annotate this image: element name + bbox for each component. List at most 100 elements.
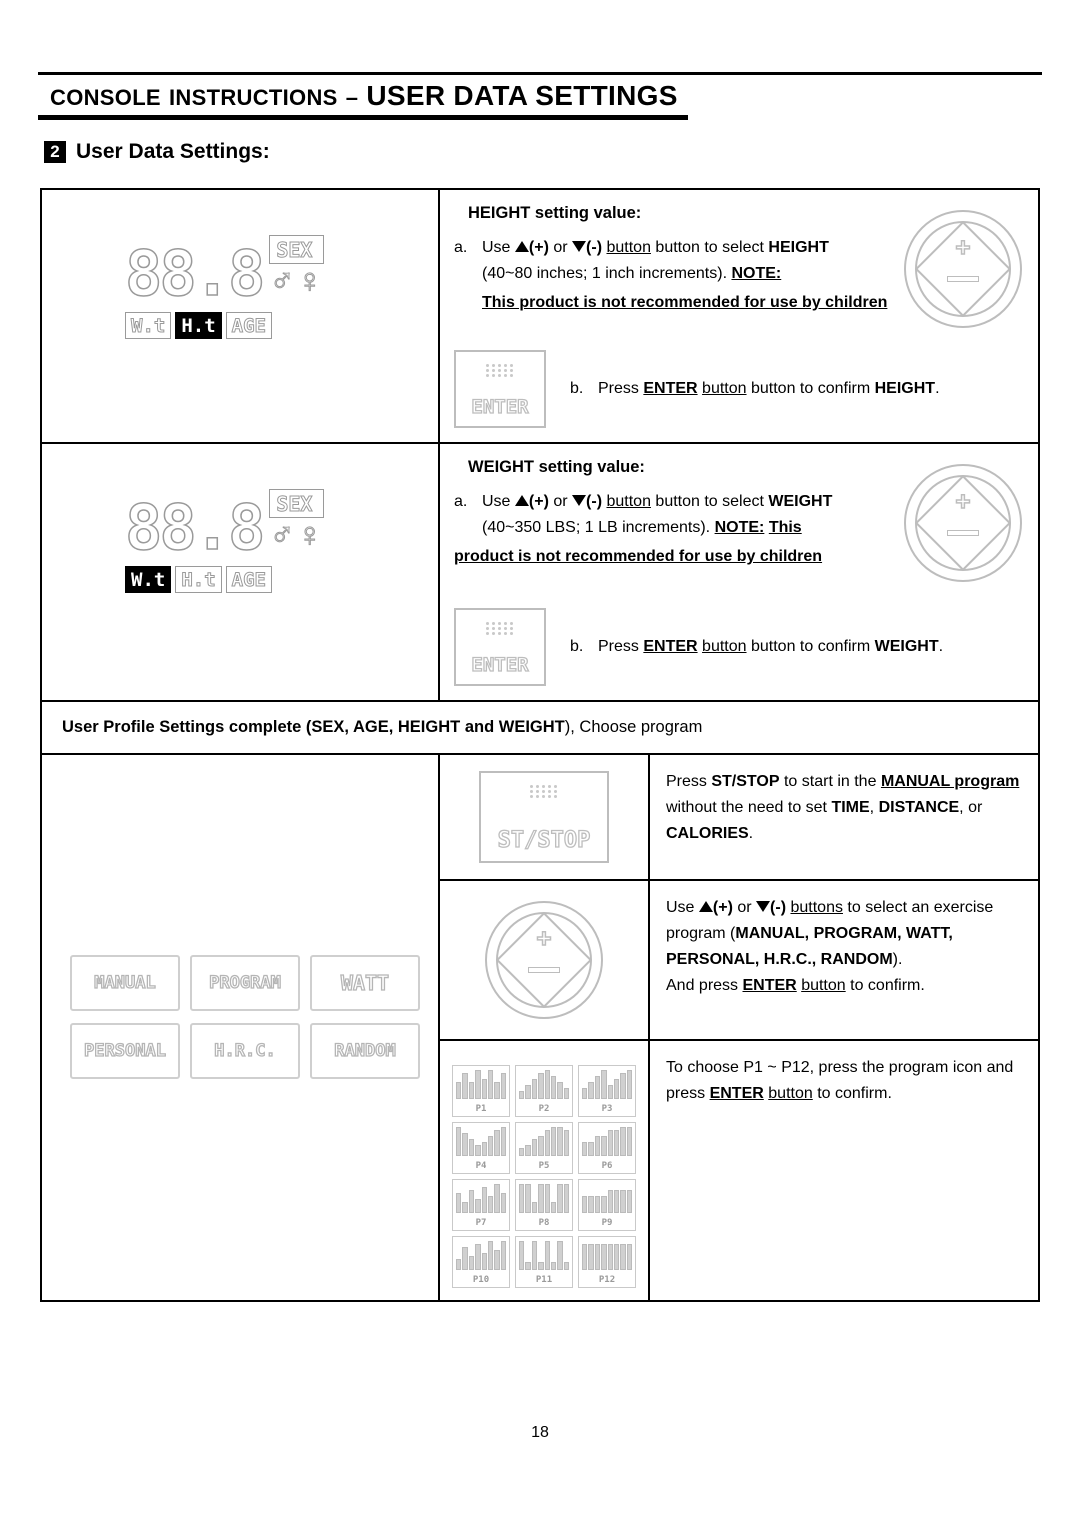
section-number: 2 [44,141,66,163]
select-or: or [737,899,752,916]
preset-program-icon[interactable]: P1 [452,1065,510,1117]
enter-dots [486,622,514,635]
page-number: 18 [531,1424,549,1441]
profile-note-lead: User Profile Settings complete (SEX, AGE… [62,718,461,736]
sex-person-icons: SEX ♂♀ [269,489,325,554]
program-key-personal[interactable]: PERSONAL [70,1023,180,1079]
manual-program-words: MANUAL program [880,773,1020,790]
profile-complete-note: User Profile Settings complete (SEX, AGE… [42,702,1038,755]
preset-program-icon[interactable]: P12 [578,1236,636,1288]
manual-start-row: ST/STOP Press ST/STOP to start in the MA… [440,755,1038,881]
program-row: MANUAL PROGRAM WATT PERSONAL H.R.C. RAND… [42,755,1038,1300]
preset-label: P6 [601,1161,613,1171]
weight-heading: WEIGHT setting value: [468,458,645,476]
lcd-unit-labels: W.t H.t AGE [125,312,355,339]
plus-icon: + [955,232,972,262]
height-target: HEIGHT [768,239,829,256]
height-step-a-marker: a. [454,239,468,256]
preset-program-icon[interactable]: P2 [515,1065,573,1117]
height-plus: (+) [528,239,549,256]
plus-minus-button-icon[interactable]: + [485,901,603,1019]
lcd-wt-label: W.t [125,566,172,593]
weight-or: or [553,493,568,510]
preset-program-icon[interactable]: P5 [515,1122,573,1174]
height-range-line: (40~80 inches; 1 inch increments). NOTE: [454,261,894,287]
section-heading: 2 User Data Settings: [44,140,270,164]
weight-step-b-text: b. Press ENTER button button to confirm … [570,634,1022,660]
profile-note-tail: ), Choose program [564,718,703,736]
preset-program-icon[interactable]: P6 [578,1122,636,1174]
height-step-a-text1: Use [482,239,511,256]
lcd-age-label: AGE [225,312,272,339]
program-key-random[interactable]: RANDOM [310,1023,420,1079]
preset-program-icon[interactable]: P7 [452,1179,510,1231]
preset-bars [519,1069,569,1099]
gender-icon: ♂♀ [269,262,325,300]
instructions-table: 88.8 SEX ♂♀ W.t H.t AGE HEIGHT setting v… [40,188,1040,1302]
up-arrow-icon [698,901,713,912]
select-text1: Use [666,899,695,916]
preset-label: P9 [601,1218,613,1228]
weight-warning: product is not recommended for use by ch… [454,547,823,565]
preset-program-icon[interactable]: P8 [515,1179,573,1231]
preset-bars [456,1183,506,1213]
up-arrow-icon [514,495,529,506]
program-key-hrc[interactable]: H.R.C. [190,1023,300,1079]
lcd-ht-label: H.t [175,312,222,339]
lcd-sex-label: SEX [269,235,325,264]
preset-label: P11 [535,1275,553,1285]
weight-target: WEIGHT [768,493,833,510]
weight-step-b-marker: b. [570,638,584,656]
height-plusminus-button[interactable]: + [894,204,1022,328]
enter-button-icon[interactable]: ENTER [454,608,546,686]
gender-icon: ♂♀ [269,516,325,554]
program-key-manual[interactable]: MANUAL [70,955,180,1011]
preset-bars [456,1069,506,1099]
program-key-watt[interactable]: WATT [310,955,420,1011]
weight-lcd-cell: 88.8 SEX ♂♀ W.t H.t AGE [42,444,440,700]
profile-note-weight: WEIGHT [498,718,565,736]
preset-label: P5 [538,1161,550,1171]
weight-plusminus-button[interactable]: + [894,458,1022,582]
lcd-display-height: 88.8 SEX ♂♀ W.t H.t AGE [124,235,355,370]
manual-time: TIME [831,798,870,816]
preset-program-text: To choose P1 ~ P12, press the program ic… [666,1059,1014,1102]
preset-label: P10 [472,1275,490,1285]
height-step-b-text: b. Press ENTER button button to confirm … [570,376,1022,402]
height-range: (40~80 inches; 1 inch increments). [482,264,728,282]
preset-program-icon[interactable]: P10 [452,1236,510,1288]
height-warning-line: This product is not recommended for use … [454,289,894,316]
enter-button-label: ENTER [471,395,530,418]
plus-minus-button-icon[interactable]: + [904,464,1022,582]
page-header: CONSOLE INSTRUCTIONS – USER DATA SETTING… [38,78,688,120]
program-key-program[interactable]: PROGRAM [190,955,300,1011]
ststop-button-cell: ST/STOP [440,755,650,879]
lcd-wt-label: W.t [125,312,172,339]
lcd-unit-labels: W.t H.t AGE [125,566,355,593]
height-step-a: a. Use (+) or (-) button button to selec… [454,235,894,261]
lcd-sex-label: SEX [269,489,325,518]
select-plusminus-cell: + [440,881,650,1039]
manual-ststop: ST/STOP [711,773,780,790]
minus-icon [947,276,979,282]
preset-program-icon[interactable]: P3 [578,1065,636,1117]
minus-icon [947,530,979,536]
preset-program-icon[interactable]: P4 [452,1122,510,1174]
program-instructions-column: ST/STOP Press ST/STOP to start in the MA… [440,755,1038,1300]
manual-start-text: Press ST/STOP to start in the MANUAL pro… [666,773,1020,842]
ststop-button-icon[interactable]: ST/STOP [479,771,609,863]
preset-label: P12 [598,1275,616,1285]
enter-dots [486,364,514,377]
plus-icon: + [955,486,972,516]
preset-program-icon[interactable]: P9 [578,1179,636,1231]
preset-program-icon[interactable]: P11 [515,1236,573,1288]
enter-button-icon[interactable]: ENTER [454,350,546,428]
select-program-text: Use (+) or (-) buttons to select an exer… [666,899,994,994]
height-warning: This product is not recommended for use … [482,293,888,311]
manual-text1: Press [666,773,707,790]
preset-icons-cell: P1 P2 P3 P4 P5 P6 P7 P8 P9 P10 P11 P12 [440,1041,650,1300]
plus-minus-button-icon[interactable]: + [904,210,1022,328]
height-step-b: ENTER b. Press ENTER button button to co… [454,350,1022,428]
height-step-a-text2: button to select [655,239,764,256]
weight-step-b: ENTER b. Press ENTER button button to co… [454,608,1022,686]
